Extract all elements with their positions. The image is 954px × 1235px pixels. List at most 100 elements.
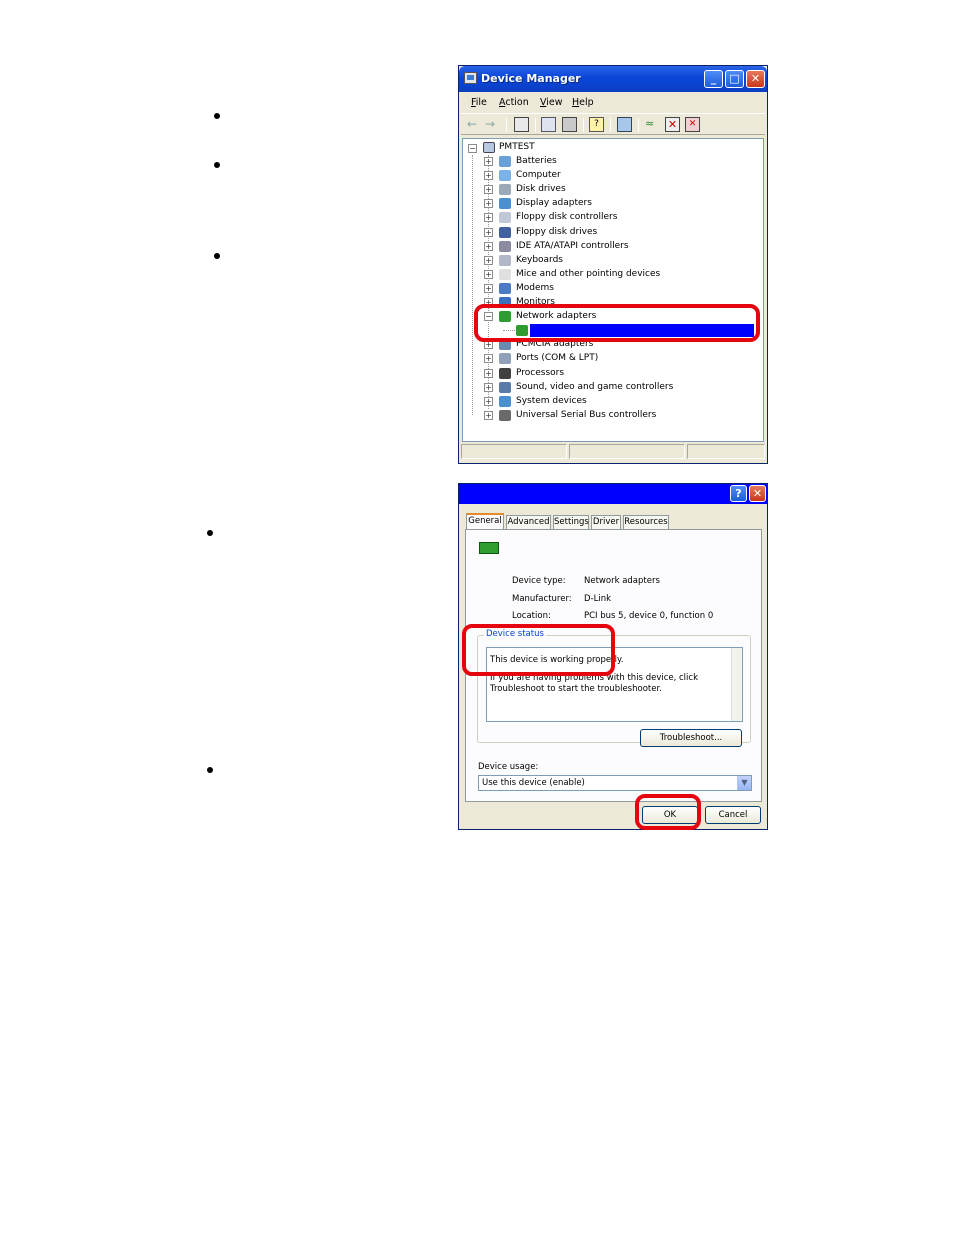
device-category-icon (499, 353, 511, 365)
device-category-icon (499, 226, 511, 238)
menu-help[interactable]: Help (572, 97, 594, 108)
toolbar-separator (535, 118, 536, 132)
device-category-icon (499, 254, 511, 266)
device-usage-select[interactable]: Use this device (enable) ▼ (478, 775, 752, 791)
tab-driver[interactable]: Driver (591, 515, 621, 529)
expand-toggle[interactable]: + (484, 171, 493, 181)
menu-file[interactable]: File (471, 97, 487, 108)
highlight-network-adapters (474, 304, 760, 342)
chevron-down-icon[interactable]: ▼ (737, 776, 751, 790)
expand-toggle[interactable]: + (484, 199, 493, 209)
help-button[interactable]: ? (730, 485, 747, 502)
tree-item-category[interactable]: Mice and other pointing devices (516, 267, 660, 281)
tab-advanced[interactable]: Advanced (506, 515, 551, 529)
expand-toggle[interactable]: + (484, 368, 493, 378)
close-button[interactable]: ✕ (746, 70, 765, 88)
device-category-icon (499, 156, 511, 167)
toolbar-separator (583, 118, 584, 132)
expand-toggle[interactable]: + (484, 283, 493, 293)
status-line: If you are having problems with this dev… (490, 673, 699, 694)
expand-toggle[interactable]: + (484, 227, 493, 237)
highlight-ok-button (635, 794, 701, 830)
tree-root-pmtest[interactable]: PMTEST (499, 140, 535, 154)
show-hide-tree-icon[interactable] (514, 117, 529, 132)
back-arrow-icon[interactable]: ← (467, 117, 482, 132)
bullet (214, 113, 220, 119)
device-category-icon (499, 170, 511, 182)
device-category-icon (499, 367, 511, 379)
toolbar-separator (506, 118, 507, 132)
tree-item-category[interactable]: Universal Serial Bus controllers (516, 408, 656, 422)
status-cell (461, 444, 567, 459)
device-usage-value: Use this device (enable) (482, 778, 585, 788)
status-cell (687, 444, 765, 459)
tree-item-category[interactable]: Sound, video and game controllers (516, 380, 673, 394)
tree-item-category[interactable]: Display adapters (516, 196, 592, 210)
bullet (207, 767, 213, 773)
title-bar[interactable]: Device Manager _ □ ✕ (459, 66, 767, 92)
tree-item-category[interactable]: Disk drives (516, 182, 566, 196)
scan-hardware-icon[interactable] (617, 117, 632, 132)
uninstall-device-icon[interactable]: ✕ (685, 117, 700, 132)
location-label: Location: (512, 611, 551, 621)
device-category-icon (499, 184, 511, 196)
menu-action[interactable]: Action (499, 97, 529, 108)
title-bar[interactable]: ? ✕ (459, 484, 767, 504)
close-button[interactable]: ✕ (749, 485, 766, 502)
window-title: Device Manager (481, 72, 581, 85)
tree-item-category[interactable]: Computer (516, 168, 561, 182)
tree-item-category[interactable]: Batteries (516, 154, 557, 168)
expand-toggle[interactable]: + (484, 213, 493, 223)
expand-toggle[interactable]: + (484, 382, 493, 392)
tree-guide-line (472, 155, 473, 415)
device-category-icon (499, 409, 511, 421)
manufacturer-value: D-Link (584, 594, 612, 604)
expand-toggle[interactable]: + (484, 269, 493, 279)
collapse-toggle[interactable]: − (468, 144, 477, 153)
device-category-icon (499, 395, 511, 407)
computer-icon (464, 72, 477, 84)
expand-toggle[interactable]: + (484, 157, 493, 166)
expand-toggle[interactable]: + (484, 255, 493, 265)
print-icon[interactable] (562, 117, 577, 132)
tree-item-category[interactable]: Floppy disk drives (516, 225, 597, 239)
device-category-icon (499, 198, 511, 210)
tree-item-category[interactable]: Keyboards (516, 253, 563, 267)
help-icon[interactable]: ? (589, 117, 604, 132)
tree-item-category[interactable]: Modems (516, 281, 554, 295)
device-type-label: Device type: (512, 576, 566, 586)
device-category-icon (499, 268, 511, 280)
bullet (207, 530, 213, 536)
properties-icon[interactable] (541, 117, 556, 132)
status-cell (569, 444, 685, 459)
expand-toggle[interactable]: + (484, 410, 493, 420)
status-scrollbar[interactable] (731, 648, 742, 721)
bullet (214, 162, 220, 168)
menu-view[interactable]: View (540, 97, 563, 108)
tree-item-category[interactable]: Processors (516, 366, 564, 380)
maximize-button[interactable]: □ (725, 70, 744, 88)
troubleshoot-button[interactable]: Troubleshoot... (640, 729, 742, 747)
tree-item-category[interactable]: System devices (516, 394, 587, 408)
tree-item-category[interactable]: Ports (COM & LPT) (516, 351, 598, 365)
disable-device-icon[interactable]: ✕ (665, 117, 680, 132)
expand-toggle[interactable]: + (484, 396, 493, 406)
tree-item-category[interactable]: IDE ATA/ATAPI controllers (516, 239, 629, 253)
bullet (214, 253, 220, 259)
toolbar-separator (638, 118, 639, 132)
device-type-value: Network adapters (584, 576, 660, 586)
device-tree[interactable]: − PMTEST + Batteries + Computer + Disk drives… (462, 138, 764, 442)
device-category-icon (499, 282, 511, 294)
expand-toggle[interactable]: + (484, 185, 493, 195)
tab-settings[interactable]: Settings (553, 515, 589, 529)
tree-item-category[interactable]: Floppy disk controllers (516, 210, 617, 224)
update-driver-icon[interactable]: ≈ (645, 117, 660, 132)
device-category-icon (499, 381, 511, 393)
expand-toggle[interactable]: + (484, 241, 493, 251)
expand-toggle[interactable]: + (484, 354, 493, 364)
tab-resources[interactable]: Resources (623, 515, 669, 529)
minimize-button[interactable]: _ (704, 70, 723, 88)
cancel-button[interactable]: Cancel (705, 806, 761, 824)
tab-general[interactable]: General (466, 513, 504, 530)
forward-arrow-icon[interactable]: → (485, 117, 500, 132)
